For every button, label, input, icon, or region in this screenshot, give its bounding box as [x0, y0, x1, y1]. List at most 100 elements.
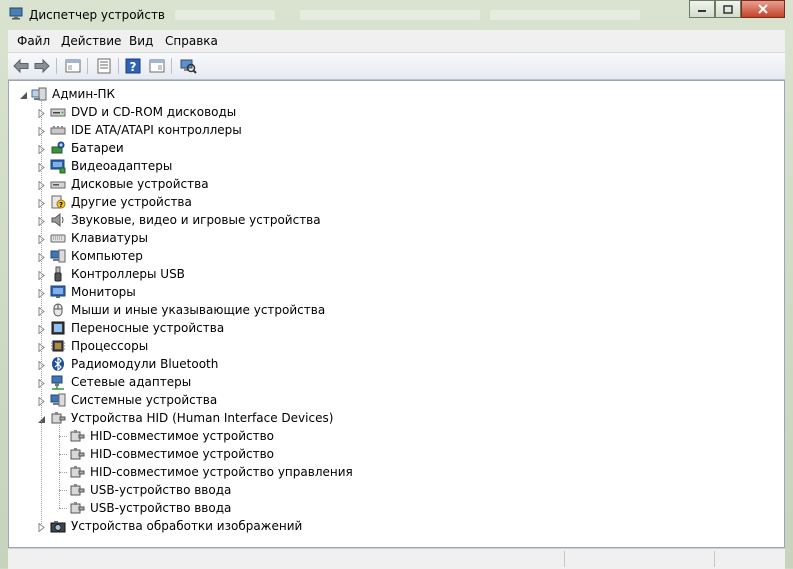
close-button[interactable] — [741, 0, 785, 18]
tree-root-label: Админ-ПК — [52, 87, 116, 101]
title-bar[interactable]: Диспетчер устройств — [0, 0, 793, 30]
tree-category-item[interactable]: Клавиатуры — [9, 229, 409, 247]
menu-file[interactable]: Файл — [17, 34, 50, 48]
tree-category-label: Видеоадаптеры — [71, 159, 173, 173]
back-arrow-icon[interactable] — [12, 57, 30, 75]
tree-category-label: Батареи — [71, 141, 124, 155]
tree-category-item[interactable]: Видеоадаптеры — [9, 157, 409, 175]
hid-icon — [50, 410, 66, 426]
status-bar — [8, 548, 785, 569]
toolbar: ? — [8, 53, 785, 80]
tree-category-item[interactable]: Переносные устройства — [9, 319, 409, 337]
disk-drive-icon — [50, 176, 66, 192]
toolbar-separator — [118, 58, 119, 74]
tree-category-item[interactable]: Устройства HID (Human Interface Devices) — [9, 409, 409, 427]
menu-action[interactable]: Действие — [61, 34, 121, 48]
tree-category-item[interactable]: ? Другие устройства — [9, 193, 409, 211]
tree-device-label: HID-совместимое устройство управления — [90, 465, 353, 479]
tree-category-item[interactable]: Радиомодули Bluetooth — [9, 355, 409, 373]
menu-help[interactable]: Справка — [165, 34, 218, 48]
usb-icon — [50, 266, 66, 282]
device-tree-panel[interactable]: Админ-ПК DVD и CD-ROM дисководы IDE ATA/AT… — [8, 80, 785, 548]
window-title: Диспетчер устройств — [29, 8, 166, 22]
hid-device-icon — [69, 446, 85, 462]
menu-bar: Файл Действие Вид Справка — [8, 30, 785, 53]
background-window-ghost — [175, 10, 275, 20]
menu-view[interactable]: Вид — [129, 34, 153, 48]
tree-device-item[interactable]: HID-совместимое устройство — [9, 427, 409, 445]
tree-guide-line — [41, 99, 43, 526]
background-window-ghost — [300, 10, 480, 20]
computer-icon — [50, 248, 66, 264]
tree-category-label: Сетевые адаптеры — [71, 375, 192, 389]
hid-device-icon — [69, 500, 85, 516]
status-divider — [564, 551, 565, 567]
monitor-icon — [50, 284, 66, 300]
tree-category-item[interactable]: IDE ATA/ATAPI контроллеры — [9, 121, 409, 139]
show-hide-console-tree-icon[interactable] — [64, 57, 82, 75]
unknown-device-icon: ? — [50, 194, 66, 210]
forward-arrow-icon[interactable] — [33, 57, 51, 75]
tree-root-computer[interactable]: Админ-ПК — [9, 85, 209, 103]
tree-category-label: Звуковые, видео и игровые устройства — [71, 213, 321, 227]
bluetooth-icon — [50, 356, 66, 372]
tree-category-label: Компьютер — [71, 249, 143, 263]
hid-device-icon — [69, 482, 85, 498]
tree-category-label: Системные устройства — [71, 393, 218, 407]
collapse-arrow-icon[interactable] — [20, 89, 28, 99]
network-adapter-icon — [50, 374, 66, 390]
properties-icon[interactable] — [95, 57, 113, 75]
tree-guide-line — [59, 425, 61, 508]
tree-category-label: Устройства HID (Human Interface Devices) — [71, 411, 334, 425]
tree-category-item[interactable]: Дисковые устройства — [9, 175, 409, 193]
tree-category-label: DVD и CD-ROM дисководы — [71, 105, 237, 119]
tree-category-item[interactable]: Сетевые адаптеры — [9, 373, 409, 391]
speaker-icon — [50, 212, 66, 228]
tree-category-label: IDE ATA/ATAPI контроллеры — [71, 123, 242, 137]
tree-category-label: Устройства обработки изображений — [71, 519, 303, 533]
ide-controller-icon — [50, 122, 66, 138]
hid-device-icon — [69, 464, 85, 480]
scan-hardware-icon[interactable] — [179, 57, 197, 75]
tree-category-item[interactable]: DVD и CD-ROM дисководы — [9, 103, 409, 121]
help-icon[interactable]: ? — [124, 57, 142, 75]
status-divider — [714, 551, 715, 567]
tree-device-item[interactable]: HID-совместимое устройство — [9, 445, 409, 463]
processor-icon — [50, 338, 66, 354]
portable-device-icon — [50, 320, 66, 336]
tree-guide-line — [59, 508, 67, 510]
toolbar-separator — [56, 58, 57, 74]
tree-category-item[interactable]: Компьютер — [9, 247, 409, 265]
computer-root-icon — [31, 86, 47, 102]
tree-category-item[interactable]: Процессоры — [9, 337, 409, 355]
action-pane-icon[interactable] — [148, 57, 166, 75]
tree-category-label: Дисковые устройства — [71, 177, 209, 191]
tree-device-item[interactable]: HID-совместимое устройство управления — [9, 463, 409, 481]
system-device-icon — [50, 392, 66, 408]
tree-category-item[interactable]: Мониторы — [9, 283, 409, 301]
tree-category-item[interactable]: Мыши и иные указывающие устройства — [9, 301, 409, 319]
tree-category-item[interactable]: Контроллеры USB — [9, 265, 409, 283]
tree-category-label: Контроллеры USB — [71, 267, 185, 281]
tree-category-label: Переносные устройства — [71, 321, 225, 335]
device-manager-window: Диспетчер устройств Файл Действие Вид Сп… — [0, 0, 793, 569]
tree-device-item[interactable]: USB-устройство ввода — [9, 481, 409, 499]
toolbar-separator — [171, 58, 172, 74]
dvd-drive-icon — [50, 104, 66, 120]
tree-category-label: Процессоры — [71, 339, 149, 353]
close-icon — [758, 4, 768, 14]
tree-category-item[interactable]: Устройства обработки изображений — [9, 517, 409, 535]
tree-category-label: Мониторы — [71, 285, 136, 299]
tree-device-item[interactable]: USB-устройство ввода — [9, 499, 409, 517]
minimize-button[interactable] — [689, 0, 715, 18]
hid-device-icon — [69, 428, 85, 444]
tree-category-item[interactable]: Системные устройства — [9, 391, 409, 409]
tree-category-item[interactable]: Батареи — [9, 139, 409, 157]
device-manager-icon — [9, 7, 23, 20]
maximize-button[interactable] — [715, 0, 741, 18]
tree-device-label: HID-совместимое устройство — [90, 447, 275, 461]
keyboard-icon — [50, 230, 66, 246]
tree-category-item[interactable]: Звуковые, видео и игровые устройства — [9, 211, 409, 229]
tree-device-label: HID-совместимое устройство — [90, 429, 275, 443]
imaging-device-icon — [50, 518, 66, 534]
